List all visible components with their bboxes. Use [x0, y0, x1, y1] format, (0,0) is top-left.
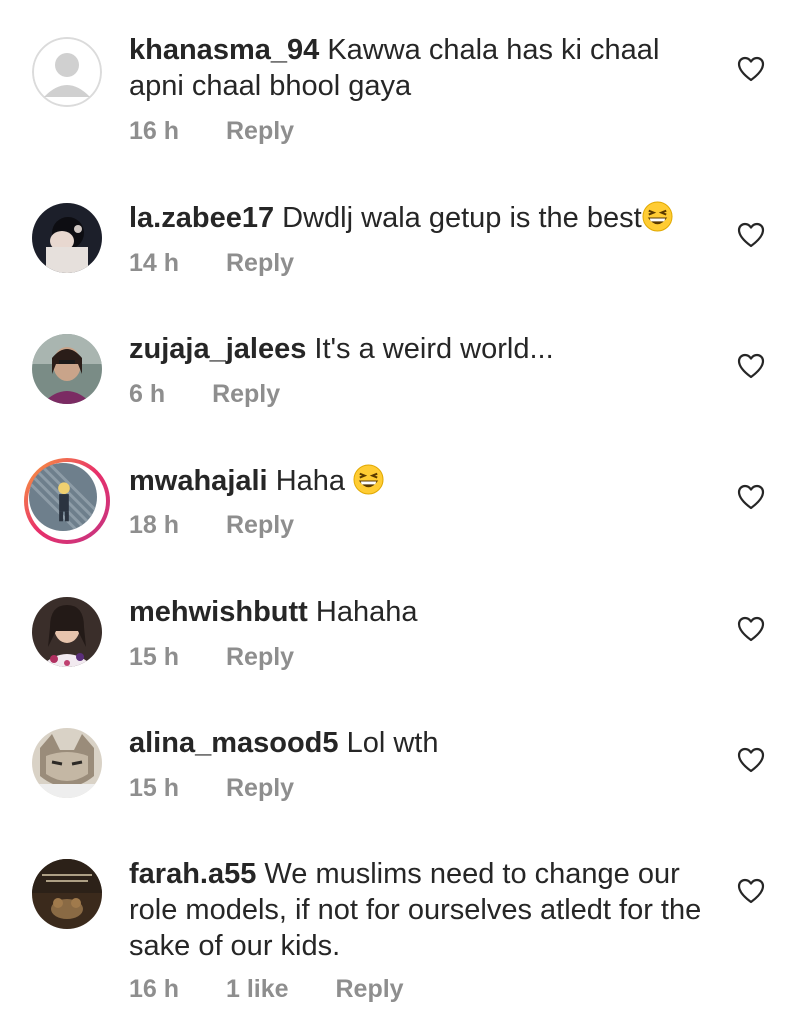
timestamp: 15 h: [129, 774, 180, 802]
profile-photo: [32, 203, 102, 273]
like-count-button[interactable]: 1 like: [226, 975, 289, 1003]
comment-text: la.zabee17 Dwdlj wala getup is the best: [129, 200, 709, 236]
heart-icon[interactable]: [737, 484, 765, 510]
comment-meta: 6 h Reply: [129, 380, 316, 409]
comment-meta: 15 h Reply: [129, 774, 330, 803]
username-link[interactable]: mwahajali: [129, 465, 268, 497]
avatar[interactable]: [32, 37, 102, 107]
heart-icon[interactable]: [737, 878, 765, 904]
avatar[interactable]: [32, 203, 102, 273]
profile-photo: [32, 597, 102, 667]
comment-text: zujaja_jalees It's a weird world...: [129, 331, 709, 367]
comment-body: Hahaha: [315, 596, 418, 628]
reply-button[interactable]: Reply: [336, 975, 404, 1003]
reply-button[interactable]: Reply: [226, 117, 294, 145]
reply-button[interactable]: Reply: [212, 380, 280, 408]
reply-button[interactable]: Reply: [226, 774, 294, 802]
username-link[interactable]: zujaja_jalees: [129, 333, 306, 365]
heart-icon[interactable]: [737, 353, 765, 379]
comment-body: It's a weird world...: [314, 333, 554, 365]
comment-text: farah.a55 We muslims need to change our …: [129, 856, 709, 964]
timestamp: 16 h: [129, 975, 180, 1003]
grinning-squint-emoji: [353, 464, 384, 495]
comment-text: khanasma_94 Kawwa chala has ki chaal apn…: [129, 32, 709, 104]
username-link[interactable]: khanasma_94: [129, 34, 319, 66]
comment-body: Dwdlj wala getup is the best: [282, 202, 642, 234]
timestamp: 6 h: [129, 380, 166, 408]
username-link[interactable]: la.zabee17: [129, 202, 274, 234]
comment-meta: 15 h Reply: [129, 643, 330, 672]
default-avatar-icon: [32, 37, 102, 107]
comment-body: Lol wth: [346, 727, 439, 759]
reply-button[interactable]: Reply: [226, 643, 294, 671]
avatar[interactable]: [32, 728, 102, 798]
reply-button[interactable]: Reply: [226, 511, 294, 539]
timestamp: 15 h: [129, 643, 180, 671]
profile-photo: [29, 463, 97, 531]
comment-text: alina_masood5 Lol wth: [129, 725, 709, 761]
heart-icon[interactable]: [737, 616, 765, 642]
timestamp: 16 h: [129, 117, 180, 145]
heart-icon[interactable]: [737, 222, 765, 248]
comment-meta: 14 h Reply: [129, 249, 330, 278]
reply-button[interactable]: Reply: [226, 249, 294, 277]
username-link[interactable]: mehwishbutt: [129, 596, 308, 628]
avatar-story-ring[interactable]: [24, 458, 110, 544]
profile-photo: [32, 728, 102, 798]
timestamp: 18 h: [129, 511, 180, 539]
comment-text: mwahajali Haha: [129, 463, 709, 499]
grinning-squint-emoji: [642, 201, 673, 232]
comment-meta: 16 h 1 like Reply: [129, 975, 440, 1004]
comment-meta: 16 h Reply: [129, 117, 330, 146]
heart-icon[interactable]: [737, 747, 765, 773]
avatar[interactable]: [32, 859, 102, 929]
username-link[interactable]: alina_masood5: [129, 727, 339, 759]
avatar[interactable]: [32, 597, 102, 667]
username-link[interactable]: farah.a55: [129, 858, 256, 890]
comment-body: Haha: [275, 465, 346, 497]
heart-icon[interactable]: [737, 56, 765, 82]
comment-text: mehwishbutt Hahaha: [129, 594, 709, 630]
comment-meta: 18 h Reply: [129, 511, 330, 540]
avatar[interactable]: [32, 334, 102, 404]
profile-photo: [32, 859, 102, 929]
timestamp: 14 h: [129, 249, 180, 277]
profile-photo: [32, 334, 102, 404]
